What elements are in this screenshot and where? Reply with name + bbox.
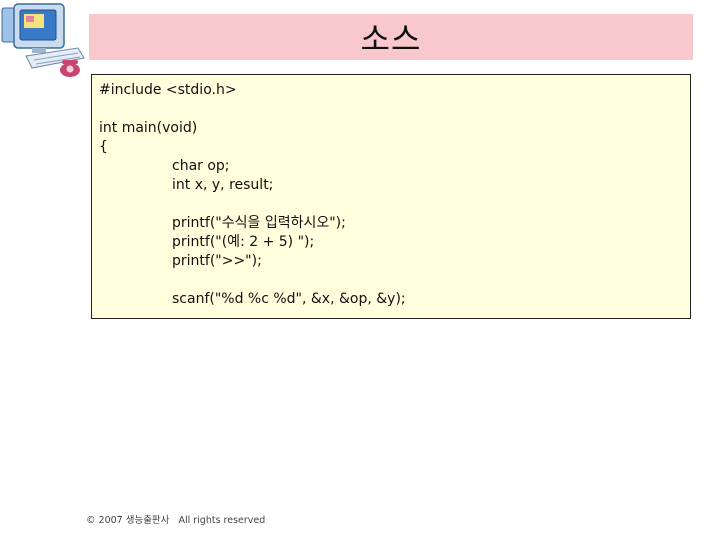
code-line: printf(">>");	[172, 253, 262, 269]
footer-rights: All rights reserved	[178, 515, 266, 526]
code-line: printf("수식을 입력하시오");	[172, 215, 346, 231]
title-bar: 소스	[89, 14, 693, 60]
code-line: #include <stdio.h>	[99, 82, 237, 98]
slide-title: 소스	[360, 20, 422, 58]
code-line: {	[99, 139, 108, 155]
code-line: char op;	[172, 158, 230, 174]
code-line: scanf("%d %c %d", &x, &op, &y);	[172, 291, 406, 307]
footer-copyright: © 2007 생능출판사	[86, 515, 170, 526]
footer: © 2007 생능출판사 All rights reserved	[86, 512, 271, 526]
code-line: int main(void)	[99, 120, 198, 136]
computer-clipart-icon	[0, 0, 86, 82]
code-line: printf("(예: 2 + 5) ");	[172, 234, 315, 250]
code-line: int x, y, result;	[172, 177, 274, 193]
code-box: #include <stdio.h> int main(void) { char op…	[91, 74, 691, 319]
